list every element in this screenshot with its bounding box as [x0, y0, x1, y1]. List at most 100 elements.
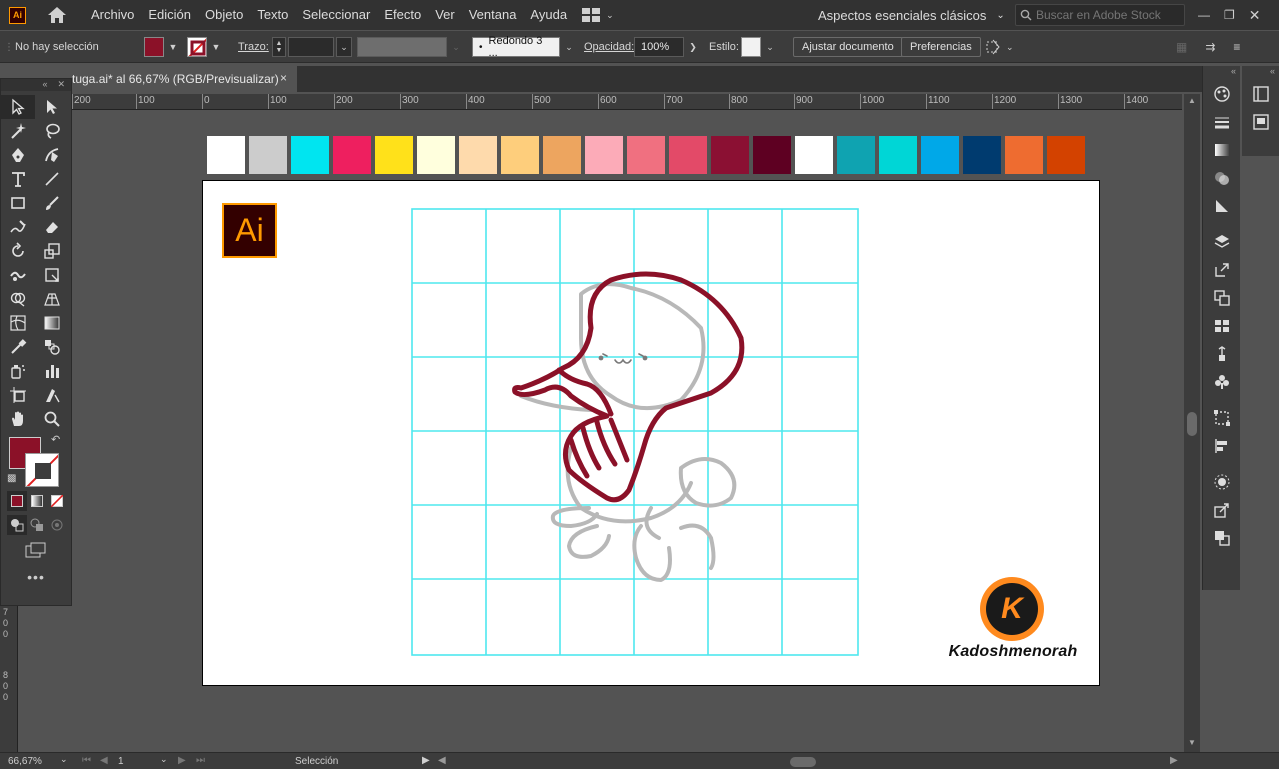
artboard-number[interactable]: 1: [118, 756, 124, 767]
shape-builder-tool-icon[interactable]: [1, 287, 35, 311]
type-tool-icon[interactable]: [1, 167, 35, 191]
symbol-sprayer-tool-icon[interactable]: [1, 359, 35, 383]
screen-mode-icon[interactable]: [25, 542, 47, 561]
slice-tool-icon[interactable]: [35, 383, 69, 407]
chevron-down-icon[interactable]: ⌄: [60, 754, 68, 765]
close-icon[interactable]: ✕: [1249, 7, 1261, 24]
canvas-area[interactable]: Ai K Kadoshmenorah: [72, 110, 1182, 752]
lasso-tool-icon[interactable]: [35, 119, 69, 143]
chevron-down-icon[interactable]: ▼: [166, 37, 180, 57]
selection-tool-icon[interactable]: [1, 95, 35, 119]
menu-objeto[interactable]: Objeto: [198, 0, 250, 30]
menu-ayuda[interactable]: Ayuda: [523, 0, 574, 30]
scroll-right-icon[interactable]: ▶: [1170, 755, 1178, 766]
fit-document-button[interactable]: Ajustar documento: [793, 37, 903, 57]
prev-artboard-icon[interactable]: ◀: [100, 755, 108, 766]
palette-swatch[interactable]: [1047, 136, 1085, 174]
eyedropper-tool-icon[interactable]: [1, 335, 35, 359]
direct-selection-tool-icon[interactable]: [35, 95, 69, 119]
palette-swatch[interactable]: [585, 136, 623, 174]
horizontal-ruler[interactable]: 200 100 0 100 200 300 400 500 600 700 800 900 1000 11…: [72, 94, 1182, 110]
vertical-scrollbar[interactable]: ▲ ▼: [1184, 94, 1200, 752]
chevron-down-icon[interactable]: ⌄: [160, 754, 168, 765]
vertical-ruler[interactable]: 7 0 0 8 0 0: [0, 606, 18, 752]
draw-normal-icon[interactable]: [7, 515, 27, 535]
paintbrush-tool-icon[interactable]: [35, 191, 69, 215]
first-artboard-icon[interactable]: ⏮: [82, 755, 91, 766]
draw-behind-icon[interactable]: [27, 515, 47, 535]
gradient-mode-button[interactable]: [27, 491, 47, 511]
style-swatch[interactable]: [741, 37, 761, 57]
stroke-none-swatch[interactable]: [187, 37, 207, 57]
stroke-weight-input[interactable]: [288, 37, 334, 57]
swatches-panel-icon[interactable]: [1203, 312, 1241, 340]
collapse-icon[interactable]: «: [42, 79, 47, 91]
palette-swatch[interactable]: [291, 136, 329, 174]
warp-tool-icon[interactable]: [1, 263, 35, 287]
fill-swatch[interactable]: [144, 37, 164, 57]
eraser-tool-icon[interactable]: [35, 215, 69, 239]
close-icon[interactable]: ✕: [57, 79, 65, 91]
horizontal-scroll-thumb[interactable]: [790, 757, 816, 767]
palette-swatch[interactable]: [543, 136, 581, 174]
appearance-panel-icon[interactable]: [1203, 192, 1241, 220]
scale-tool-icon[interactable]: [35, 239, 69, 263]
palette-swatch[interactable]: [795, 136, 833, 174]
layers-panel-icon[interactable]: [1203, 228, 1241, 256]
color-mode-button[interactable]: [7, 491, 27, 511]
artboard-tool-icon[interactable]: [1, 383, 35, 407]
fill-color-control[interactable]: ▼: [144, 31, 180, 63]
stroke-color-control[interactable]: ▼: [187, 31, 223, 63]
transparency-panel-icon[interactable]: [1203, 164, 1241, 192]
column-graph-tool-icon[interactable]: [35, 359, 69, 383]
shaper-tool-icon[interactable]: [1, 215, 35, 239]
close-tab-icon[interactable]: ×: [280, 71, 287, 85]
minimize-icon[interactable]: —: [1198, 8, 1210, 22]
menu-seleccionar[interactable]: Seleccionar: [295, 0, 377, 30]
document-tab[interactable]: tuga.ai* al 66,67% (RGB/Previsualizar): [72, 66, 297, 92]
palette-swatch[interactable]: [711, 136, 749, 174]
export-panel-icon[interactable]: [1203, 256, 1241, 284]
next-artboard-icon[interactable]: ▶: [178, 755, 186, 766]
palette-swatch[interactable]: [249, 136, 287, 174]
pen-tool-icon[interactable]: [1, 143, 35, 167]
info-panel-icon[interactable]: [1242, 108, 1279, 136]
panel-menu-icon[interactable]: ≡: [1233, 40, 1240, 54]
menu-texto[interactable]: Texto: [250, 0, 295, 30]
draw-inside-icon[interactable]: [47, 515, 67, 535]
scroll-left-icon[interactable]: ◀: [438, 755, 446, 766]
stroke-weight-dropdown[interactable]: ⌄: [336, 37, 352, 57]
chevron-down-icon[interactable]: ⌄: [449, 37, 463, 57]
chevron-down-icon[interactable]: ▼: [209, 37, 223, 57]
menu-ver[interactable]: Ver: [428, 0, 462, 30]
opacity-input[interactable]: 100%: [634, 37, 684, 57]
workspace-switcher[interactable]: Aspectos esenciales clásicos ⌄: [818, 0, 1005, 30]
default-colors-icon[interactable]: ▩: [7, 473, 16, 484]
swap-fill-stroke-icon[interactable]: ↶: [51, 433, 60, 446]
restore-icon[interactable]: ❐: [1224, 8, 1235, 22]
stock-search-input[interactable]: [1036, 8, 1181, 22]
zoom-level[interactable]: 66,67%: [8, 756, 42, 767]
transform-options[interactable]: ⌄: [984, 31, 1014, 63]
palette-swatch[interactable]: [669, 136, 707, 174]
symbols-panel-icon[interactable]: [1203, 368, 1241, 396]
asset-export-icon[interactable]: [1203, 496, 1241, 524]
scroll-up-icon[interactable]: ▲: [1188, 96, 1196, 105]
more-tools-icon[interactable]: •••: [27, 569, 45, 585]
preferences-button[interactable]: Preferencias: [901, 37, 981, 57]
artboards-panel-icon[interactable]: [1203, 284, 1241, 312]
gradient-tool-icon[interactable]: [35, 311, 69, 335]
rectangle-tool-icon[interactable]: [1, 191, 35, 215]
palette-swatch[interactable]: [753, 136, 791, 174]
palette-swatch[interactable]: [1005, 136, 1043, 174]
brush-definition[interactable]: • Redondo 3 ... ⌄: [472, 31, 576, 63]
dock-collapse-icon[interactable]: «: [1203, 66, 1240, 80]
palette-swatch[interactable]: [921, 136, 959, 174]
palette-swatch[interactable]: [963, 136, 1001, 174]
brush-field[interactable]: • Redondo 3 ...: [472, 35, 560, 59]
palette-swatch[interactable]: [879, 136, 917, 174]
palette-swatch[interactable]: [837, 136, 875, 174]
arrange-documents-button[interactable]: ⌄: [582, 8, 614, 22]
hand-tool-icon[interactable]: [1, 407, 35, 431]
menu-archivo[interactable]: Archivo: [84, 0, 141, 30]
